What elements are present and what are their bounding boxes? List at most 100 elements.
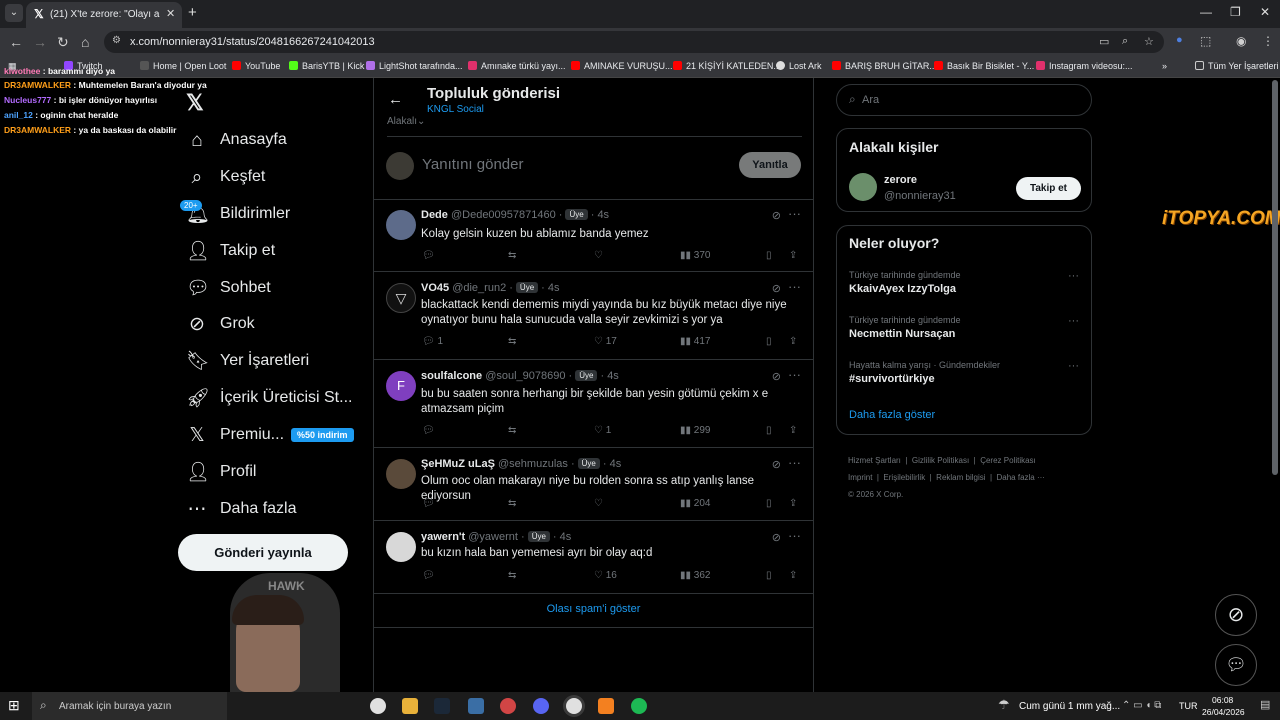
- retweet-icon[interactable]: ⇆: [508, 498, 516, 509]
- chrome-menu-icon[interactable]: ⋮: [1262, 34, 1274, 48]
- sort-filter[interactable]: Alakalı⌄: [387, 116, 425, 127]
- grok-float-button[interactable]: ⊘: [1215, 594, 1257, 636]
- bookmark-item[interactable]: Amınake türkü yayı...: [468, 61, 566, 71]
- clock-time[interactable]: 06:08: [1212, 695, 1233, 705]
- retweet-icon[interactable]: ⇆: [508, 336, 516, 347]
- app-icon[interactable]: [500, 698, 516, 714]
- vpn-icon[interactable]: ◉: [1236, 34, 1246, 48]
- footer-link[interactable]: Daha fazla ···: [997, 473, 1045, 482]
- bookmark-item[interactable]: LightShot tarafında...: [366, 61, 463, 71]
- footer-link[interactable]: Imprint: [848, 473, 872, 482]
- like-count[interactable]: ♡ 17: [594, 336, 617, 347]
- views-count[interactable]: ▮▮ 370: [680, 250, 710, 261]
- back-icon[interactable]: ←: [9, 34, 23, 50]
- more-options-icon[interactable]: ···: [788, 206, 801, 221]
- bookmark-icon[interactable]: ▯: [766, 425, 772, 436]
- windows-start-icon[interactable]: ⊞: [8, 697, 20, 714]
- bookmark-item[interactable]: Instagram videosu:...: [1036, 61, 1133, 71]
- messages-float-button[interactable]: 💬︎: [1215, 644, 1257, 686]
- bookmark-item[interactable]: Home | Open Loot: [140, 61, 226, 71]
- steam-icon[interactable]: [434, 698, 450, 714]
- grok-icon[interactable]: ⊘: [772, 531, 781, 544]
- retweet-icon[interactable]: ⇆: [508, 425, 516, 436]
- follow-button[interactable]: Takip et: [1016, 177, 1081, 200]
- notifications-icon[interactable]: ▤: [1260, 698, 1270, 711]
- reply-input[interactable]: Yanıtını gönder: [422, 156, 523, 173]
- bookmark-item[interactable]: AMINAKE VURUŞU...: [571, 61, 673, 71]
- reply-icon[interactable]: 💬︎: [422, 570, 435, 581]
- like-icon[interactable]: ♡: [594, 498, 603, 509]
- footer-link[interactable]: Hizmet Şartları: [848, 456, 901, 465]
- share-icon[interactable]: ⇪: [789, 570, 797, 581]
- more-options-icon[interactable]: ···: [788, 279, 801, 294]
- views-count[interactable]: ▮▮ 299: [680, 425, 710, 436]
- all-bookmarks[interactable]: Tüm Yer İşaretleri: [1195, 61, 1279, 71]
- retweet-icon[interactable]: ⇆: [508, 250, 516, 261]
- reply-icon[interactable]: 💬︎: [422, 498, 435, 509]
- views-count[interactable]: ▮▮ 417: [680, 336, 710, 347]
- avatar[interactable]: [386, 459, 416, 489]
- tweet[interactable]: Dede @Dede00957871460 · Üye · 4s ⊘ ··· Kol…: [374, 200, 813, 272]
- trend-item[interactable]: Türkiye tarihinde gündemde Necmettin Nur…: [849, 315, 1079, 347]
- tweet[interactable]: ŞeHMuZ uLaŞ @sehmuzulas · Üye · 4s ⊘ ··· O…: [374, 449, 813, 521]
- forward-icon[interactable]: →: [33, 34, 47, 50]
- more-options-icon[interactable]: ···: [788, 367, 801, 382]
- grok-icon[interactable]: ⊘: [772, 282, 781, 295]
- bookmark-item[interactable]: YouTube: [232, 61, 280, 71]
- like-count[interactable]: ♡ 1: [594, 425, 611, 436]
- community-name[interactable]: KNGL Social: [427, 104, 484, 115]
- weather-text[interactable]: Cum günü 1 mm yağ...: [1019, 701, 1120, 712]
- trend-item[interactable]: Hayatta kalma yarışı · Gündemdekiler #su…: [849, 360, 1079, 392]
- bookmark-item[interactable]: Lost Ark: [776, 61, 822, 71]
- cloud-icon[interactable]: [598, 698, 614, 714]
- file-explorer-icon[interactable]: [402, 698, 418, 714]
- share-icon[interactable]: ⇪: [789, 250, 797, 261]
- grok-icon[interactable]: ⊘: [772, 209, 781, 222]
- bookmark-icon[interactable]: ▯: [766, 336, 772, 347]
- chrome-icon[interactable]: [370, 698, 386, 714]
- spotify-icon[interactable]: [631, 698, 647, 714]
- new-tab-button[interactable]: +: [188, 4, 197, 21]
- more-options-icon[interactable]: ···: [1068, 270, 1079, 282]
- language-indicator[interactable]: TUR: [1179, 701, 1198, 711]
- footer-link[interactable]: Erişilebilirlik: [883, 473, 925, 482]
- avatar[interactable]: ▽: [386, 283, 416, 313]
- bookmark-item[interactable]: 21 KİŞİYİ KATLEDEN...: [673, 61, 781, 71]
- avatar[interactable]: [386, 532, 416, 562]
- search-box[interactable]: ⌕ Ara: [836, 84, 1092, 116]
- reload-icon[interactable]: ↻: [57, 34, 69, 51]
- url-field[interactable]: ⚙ x.com/nonnieray31/status/2048166267241…: [104, 31, 1164, 53]
- grok-icon[interactable]: ⊘: [772, 370, 781, 383]
- reply-icon[interactable]: 💬︎: [422, 425, 435, 436]
- avatar[interactable]: [849, 173, 877, 201]
- extensions-icon[interactable]: ⬚: [1200, 34, 1211, 48]
- x-logo-icon[interactable]: 𝕏: [186, 90, 204, 116]
- bookmark-icon[interactable]: ▯: [766, 250, 772, 261]
- avatar[interactable]: F: [386, 371, 416, 401]
- like-count[interactable]: ♡ 16: [594, 570, 617, 581]
- trend-item[interactable]: Türkiye tarihinde gündemde KkaivAyex Izz…: [849, 270, 1079, 302]
- close-tab-icon[interactable]: ✕: [166, 7, 175, 20]
- views-count[interactable]: ▮▮ 204: [680, 498, 710, 509]
- bookmark-item[interactable]: BARIŞ BRUH GİTAR...: [832, 61, 937, 71]
- footer-link[interactable]: Reklam bilgisi: [936, 473, 985, 482]
- more-bookmarks-icon[interactable]: »: [1162, 61, 1167, 71]
- back-arrow-icon[interactable]: ←: [388, 91, 403, 108]
- taskbar-search[interactable]: ⌕ Aramak için buraya yazın: [32, 692, 227, 720]
- more-options-icon[interactable]: ···: [788, 455, 801, 470]
- footer-link[interactable]: Çerez Politikası: [980, 456, 1036, 465]
- discord-icon[interactable]: [533, 698, 549, 714]
- reply-count[interactable]: 💬︎ 1: [422, 336, 443, 347]
- tweet[interactable]: ▽ VO45 @die_run2 · Üye · 4s ⊘ ··· blackatt…: [374, 273, 813, 360]
- footer-link[interactable]: Gizlilik Politikası: [912, 456, 969, 465]
- show-spam-link[interactable]: Olası spam'i göster: [374, 603, 813, 615]
- bookmark-icon[interactable]: ▯: [766, 570, 772, 581]
- maximize-icon[interactable]: ❐: [1230, 5, 1241, 19]
- browser-tab[interactable]: 𝕏 (21) X'te zerore: "Olayı anlayan ✕: [26, 2, 182, 28]
- share-icon[interactable]: ⇪: [789, 498, 797, 509]
- more-options-icon[interactable]: ···: [1068, 315, 1079, 327]
- show-more-link[interactable]: Daha fazla göster: [849, 409, 935, 421]
- bookmark-star-icon[interactable]: ☆: [1144, 35, 1154, 48]
- clock-date[interactable]: 26/04/2026: [1202, 707, 1245, 717]
- profile-extension-icon[interactable]: ●: [1176, 34, 1183, 46]
